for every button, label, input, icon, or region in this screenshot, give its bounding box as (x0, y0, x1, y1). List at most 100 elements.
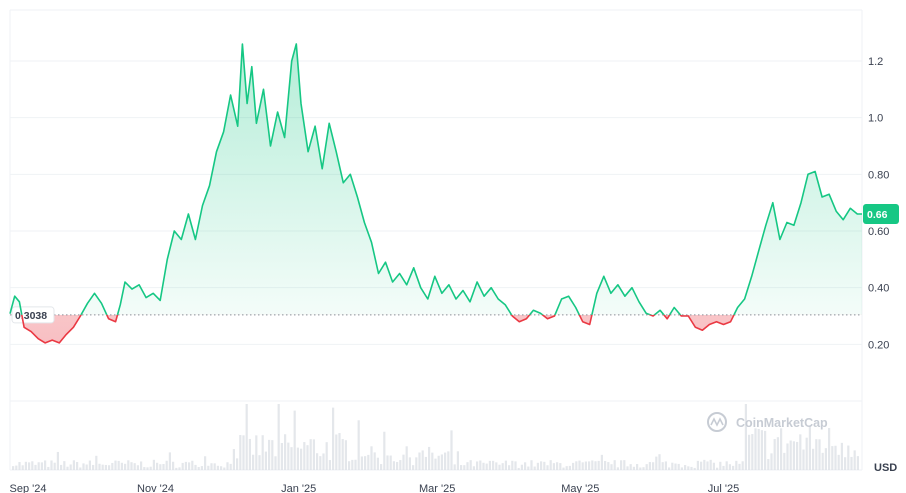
volume-bar (351, 459, 354, 470)
volume-bar (223, 467, 226, 470)
volume-bar (274, 456, 277, 470)
volume-bar (716, 467, 719, 470)
volume-bar (303, 442, 306, 470)
volume-bar (613, 460, 616, 470)
x-tick-label: May '25 (561, 483, 599, 493)
volume-bar (261, 435, 264, 470)
volume-bar (178, 467, 181, 470)
volume-bar (463, 465, 466, 470)
volume-bar (504, 460, 507, 470)
volume-bar (479, 460, 482, 470)
volume-bar (853, 450, 856, 470)
volume-bar (693, 467, 696, 470)
volume-bar (821, 452, 824, 470)
volume-bar (671, 462, 674, 470)
volume-bar (418, 452, 421, 470)
volume-bar (197, 466, 200, 470)
volume-bar (85, 464, 88, 470)
volume-bar (412, 465, 415, 470)
volume-bar (364, 456, 367, 470)
x-tick-label: Sep '24 (10, 483, 47, 493)
volume-bar (188, 462, 191, 470)
volume-bar (40, 462, 43, 470)
volume-bar (597, 460, 600, 470)
volume-bar (389, 455, 392, 470)
volume-bar (639, 467, 642, 470)
volume-bar (607, 462, 610, 470)
volume-bar (415, 457, 418, 470)
volume-bar (380, 464, 383, 470)
volume-bar (780, 428, 783, 470)
volume-bar (124, 463, 127, 470)
volume-bar (508, 465, 511, 470)
volume-bar (623, 460, 626, 470)
volume-bar (469, 460, 472, 470)
volume-bar (492, 460, 495, 470)
volume-bar (700, 461, 703, 470)
volume-bar (287, 442, 290, 470)
volume-bar (296, 447, 299, 470)
volume-bar (88, 460, 91, 470)
price-area (10, 44, 862, 343)
volume-bar (194, 464, 197, 470)
volume-bar (588, 461, 591, 470)
volume-bar (543, 461, 546, 470)
volume-bar (604, 460, 607, 470)
volume-bar (770, 453, 773, 470)
volume-bar (466, 462, 469, 470)
volume-bar (568, 465, 571, 470)
volume-bar (632, 466, 635, 470)
volume-bar (719, 461, 722, 470)
volume-bar (101, 464, 104, 470)
volume-bar (514, 461, 517, 470)
volume-bar (732, 465, 735, 470)
volume-bar (776, 437, 779, 470)
volume-bar (37, 462, 40, 470)
volume-bar (252, 454, 255, 470)
gridlines (9, 9, 863, 471)
volume-bar (440, 454, 443, 470)
volume-bar (812, 448, 815, 470)
volume-bar (15, 465, 18, 470)
volume-bar (636, 464, 639, 470)
volume-bar (690, 466, 693, 470)
volume-bar (108, 465, 111, 470)
volume-bar (626, 466, 629, 470)
volume-bar (130, 462, 133, 470)
last-price-badge: 0.66 (863, 204, 899, 224)
volume-bar (172, 461, 175, 470)
volume-bar (831, 446, 834, 470)
volume-bar (533, 466, 536, 470)
volume-bar (594, 461, 597, 470)
volume-bar (242, 435, 245, 470)
volume-bar (268, 439, 271, 470)
volume-bar (620, 460, 623, 470)
y-tick-label: 0.80 (868, 169, 889, 181)
volume-bar (159, 464, 162, 470)
volume-bar (293, 410, 296, 470)
volume-bar (258, 455, 261, 470)
volume-bar (146, 467, 149, 470)
volume-bar (56, 451, 59, 470)
volume-bar (786, 443, 789, 470)
volume-bar (556, 462, 559, 470)
volume-bar (204, 456, 207, 470)
volume-bar (245, 404, 248, 470)
volume-bar (114, 460, 117, 470)
volume-bar (434, 458, 437, 470)
volume-bar (476, 461, 479, 470)
volume-bar (540, 461, 543, 470)
volume-bar (808, 425, 811, 470)
volume-bar (92, 464, 95, 470)
volume-bar (319, 456, 322, 470)
volume-bar (524, 462, 527, 470)
volume-bar (255, 435, 258, 470)
x-tick-label: Mar '25 (419, 483, 455, 493)
volume-bar (338, 433, 341, 470)
volume-bar (591, 460, 594, 470)
volume-bar (783, 452, 786, 470)
volume-bar (760, 430, 763, 470)
volume-bar (530, 460, 533, 470)
volume-bar (149, 466, 152, 470)
volume-bar (213, 463, 216, 470)
